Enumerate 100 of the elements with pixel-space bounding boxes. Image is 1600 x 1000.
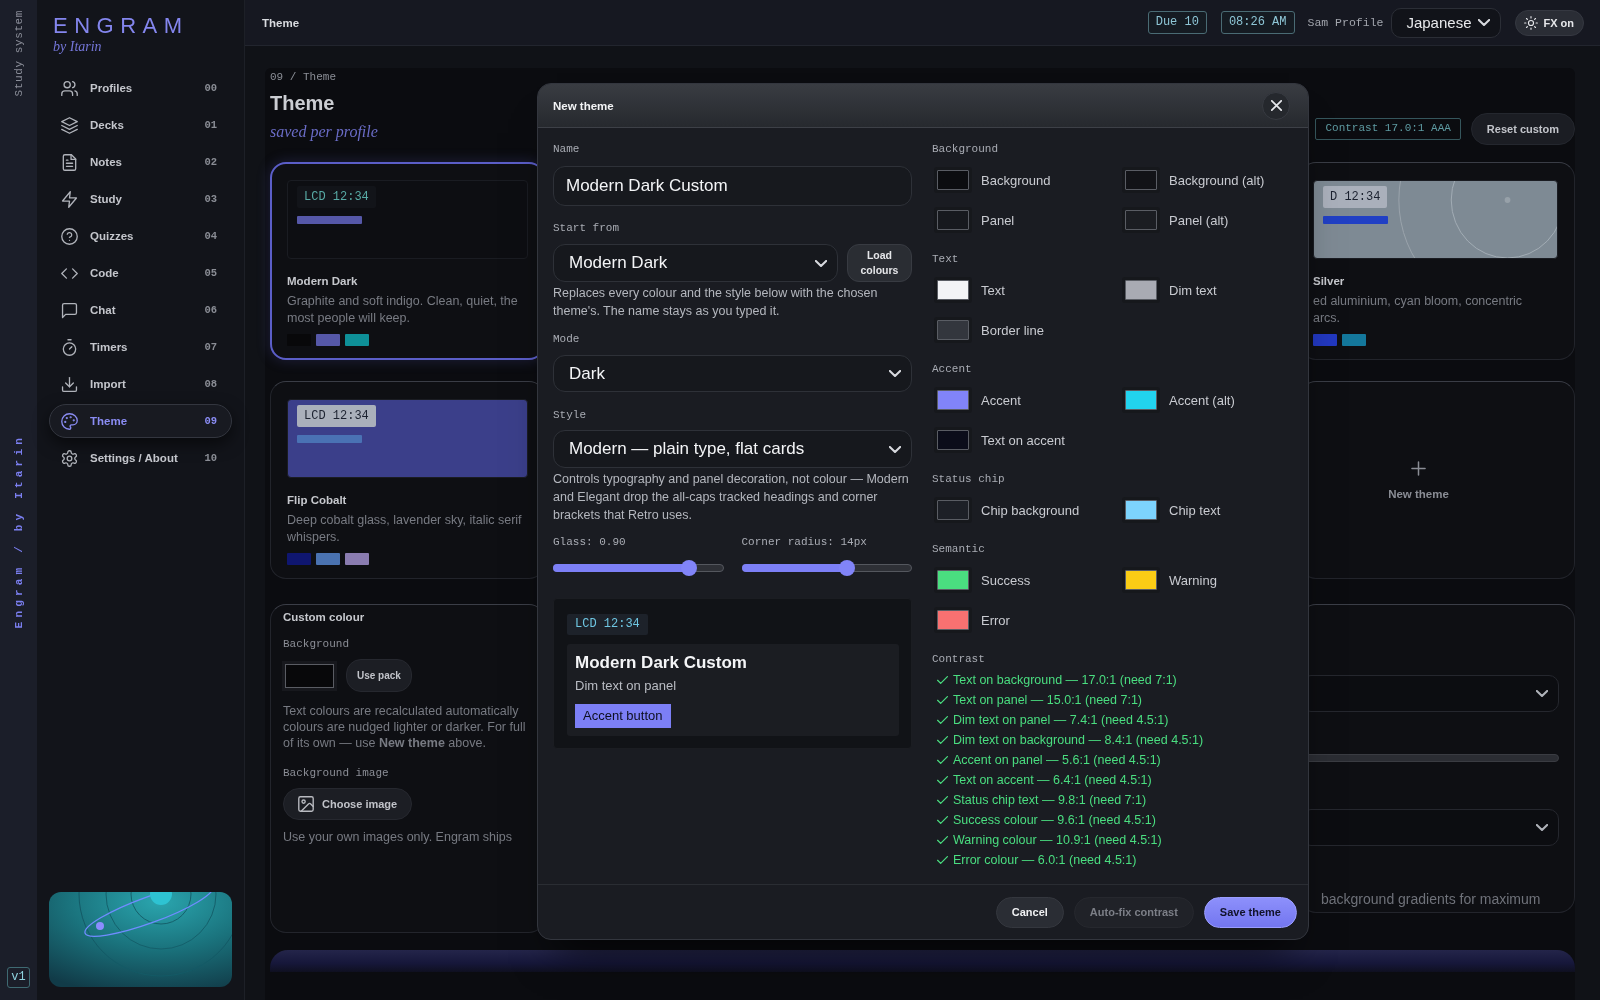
- field-label: Style: [553, 408, 587, 422]
- group-label: Accent: [932, 362, 973, 376]
- field-label: Background: [283, 637, 349, 651]
- help-text: Replaces every colour and the style below with the chosen theme's. The name stays as you typed it.: [553, 285, 879, 320]
- accent-button[interactable]: Accent button: [575, 704, 671, 728]
- chevron-icon: [1478, 19, 1491, 26]
- field-label: Mode: [553, 332, 581, 346]
- close-button[interactable]: [1262, 91, 1290, 120]
- swatch-input[interactable]: [1125, 570, 1157, 590]
- choose-image-button[interactable]: Choose image: [283, 788, 413, 820]
- page-title: Theme: [262, 16, 300, 29]
- logo-byline: by Itarin: [53, 39, 103, 55]
- document-icon: [61, 153, 78, 171]
- swatch-label: Accent: [981, 392, 1021, 408]
- use-pack-button[interactable]: Use pack: [346, 659, 412, 692]
- name-input[interactable]: Modern Dark Custom: [553, 166, 912, 206]
- contrast-result: Accent on panel — 5.6:1 (need 4.5:1): [953, 753, 1161, 767]
- swatch-input[interactable]: [937, 430, 969, 450]
- stopwatch-icon: [61, 338, 78, 356]
- settings-icon: [61, 449, 78, 467]
- sun-icon: [1524, 15, 1539, 30]
- contrast-result: Error colour — 6.0:1 (need 4.5:1): [953, 853, 1137, 867]
- swatch-input[interactable]: [1125, 210, 1157, 230]
- start-theme-select[interactable]: Modern Dark: [553, 244, 838, 282]
- group-label: Background: [932, 142, 999, 156]
- sidebar-item[interactable]: Notes 02: [49, 145, 232, 179]
- image-icon: [298, 796, 314, 812]
- swatch-input[interactable]: [937, 610, 969, 630]
- page-heading: Theme: [270, 91, 336, 116]
- chevron-icon: [1536, 824, 1548, 831]
- chevron-icon: [889, 445, 901, 453]
- swatch-label: Text on accent: [981, 432, 1065, 448]
- swatch-label: Error: [981, 612, 1010, 628]
- swatch-input[interactable]: [937, 570, 969, 590]
- preview-dim-text: Dim text on panel: [575, 678, 677, 694]
- style-select[interactable]: Modern — plain type, flat cards: [553, 430, 912, 468]
- lightning-icon: [61, 190, 78, 208]
- mode-select[interactable]: Dark: [553, 355, 912, 392]
- swatch-input[interactable]: [1125, 390, 1157, 410]
- sidebar-item[interactable]: Decks 01: [49, 108, 232, 142]
- preview-title: Modern Dark Custom: [575, 653, 747, 673]
- slider-thumb[interactable]: [681, 560, 698, 576]
- swatch-input[interactable]: [937, 210, 969, 230]
- slider-thumb[interactable]: [839, 560, 856, 576]
- swatch-label: Accent (alt): [1169, 392, 1235, 408]
- contrast-result: Text on panel — 15.0:1 (need 7:1): [953, 693, 1142, 707]
- swatch-label: Chip text: [1169, 502, 1221, 518]
- sidebar-item[interactable]: Chat 06: [49, 293, 232, 327]
- group-label: Status chip: [932, 472, 1006, 486]
- swatch-label: Background (alt): [1169, 172, 1265, 188]
- sidebar-item[interactable]: Theme 09: [49, 404, 232, 438]
- language-select[interactable]: Japanese: [1391, 7, 1502, 38]
- swatch-label: Warning: [1169, 572, 1217, 588]
- effects-toggle-button[interactable]: FX on: [1515, 9, 1584, 36]
- sidebar-item[interactable]: Settings / About 10: [49, 441, 232, 475]
- swatch-input[interactable]: [285, 663, 334, 688]
- reset-button[interactable]: Reset custom: [1470, 113, 1575, 145]
- swatch-input[interactable]: [937, 320, 969, 340]
- slider-label: Corner radius: 14px: [741, 535, 868, 549]
- swatch-label: Chip background: [981, 502, 1080, 518]
- rail-label: Study system: [12, 10, 25, 97]
- group-label: Semantic: [932, 542, 986, 556]
- help-text: Controls typography and panel decoration, not colour — Modern and Elegant drop the all-caps tracked headings and corner brackets that Retro uses.: [553, 471, 910, 524]
- theme-description: Graphite and soft indigo. Clean, quiet, the most people will keep.: [287, 293, 519, 326]
- rail-brand-label: Engram / by Itarin: [12, 433, 25, 628]
- sidebar-item[interactable]: Profiles 00: [49, 71, 232, 105]
- chevron-icon: [1536, 690, 1548, 697]
- swatch-input[interactable]: [937, 390, 969, 410]
- page-subtitle: saved per profile: [270, 122, 378, 142]
- load-colours-button[interactable]: Load colours: [847, 244, 912, 282]
- breadcrumb: 09 / Theme: [270, 70, 337, 84]
- panel-note: Text colours are recalculated automatically colours are nudged lighter or darker. For full of its own — use New theme above.: [283, 703, 526, 751]
- cancel-button[interactable]: Cancel: [995, 896, 1064, 928]
- profile-label[interactable]: Sam Profile: [1307, 16, 1384, 29]
- swatch-input[interactable]: [1125, 280, 1157, 300]
- slider-track[interactable]: [741, 560, 912, 576]
- swatch-input[interactable]: [937, 500, 969, 520]
- field-label: Start from: [553, 221, 620, 235]
- sidebar-item[interactable]: Import 08: [49, 367, 232, 401]
- sidebar-item[interactable]: Quizzes 04: [49, 219, 232, 253]
- clock-chip: 08:26 AM: [1220, 11, 1295, 34]
- theme-name: Silver: [1313, 274, 1346, 288]
- swatch-label: Text: [981, 282, 1005, 298]
- chevron-icon: [815, 259, 827, 267]
- swatch-input[interactable]: [937, 170, 969, 190]
- save-button[interactable]: Save theme: [1203, 896, 1297, 928]
- contrast-result: Status chip text — 9.8:1 (need 7:1): [953, 793, 1147, 807]
- version-badge: v1: [7, 967, 30, 988]
- theme-description: Deep cobalt glass, lavender sky, italic serif whispers.: [287, 512, 523, 545]
- group-label: Contrast: [932, 652, 986, 666]
- swatch-input[interactable]: [1125, 170, 1157, 190]
- sidebar-item[interactable]: Code 05: [49, 256, 232, 290]
- sidebar-item[interactable]: Timers 07: [49, 330, 232, 364]
- swatch-input[interactable]: [937, 280, 969, 300]
- speech-bubble-icon: [61, 301, 78, 319]
- palette-icon: [61, 412, 78, 430]
- lcd-chip: D 12:34: [1323, 186, 1388, 208]
- slider-track[interactable]: [553, 560, 724, 576]
- swatch-input[interactable]: [1125, 500, 1157, 520]
- sidebar-item[interactable]: Study 03: [49, 182, 232, 216]
